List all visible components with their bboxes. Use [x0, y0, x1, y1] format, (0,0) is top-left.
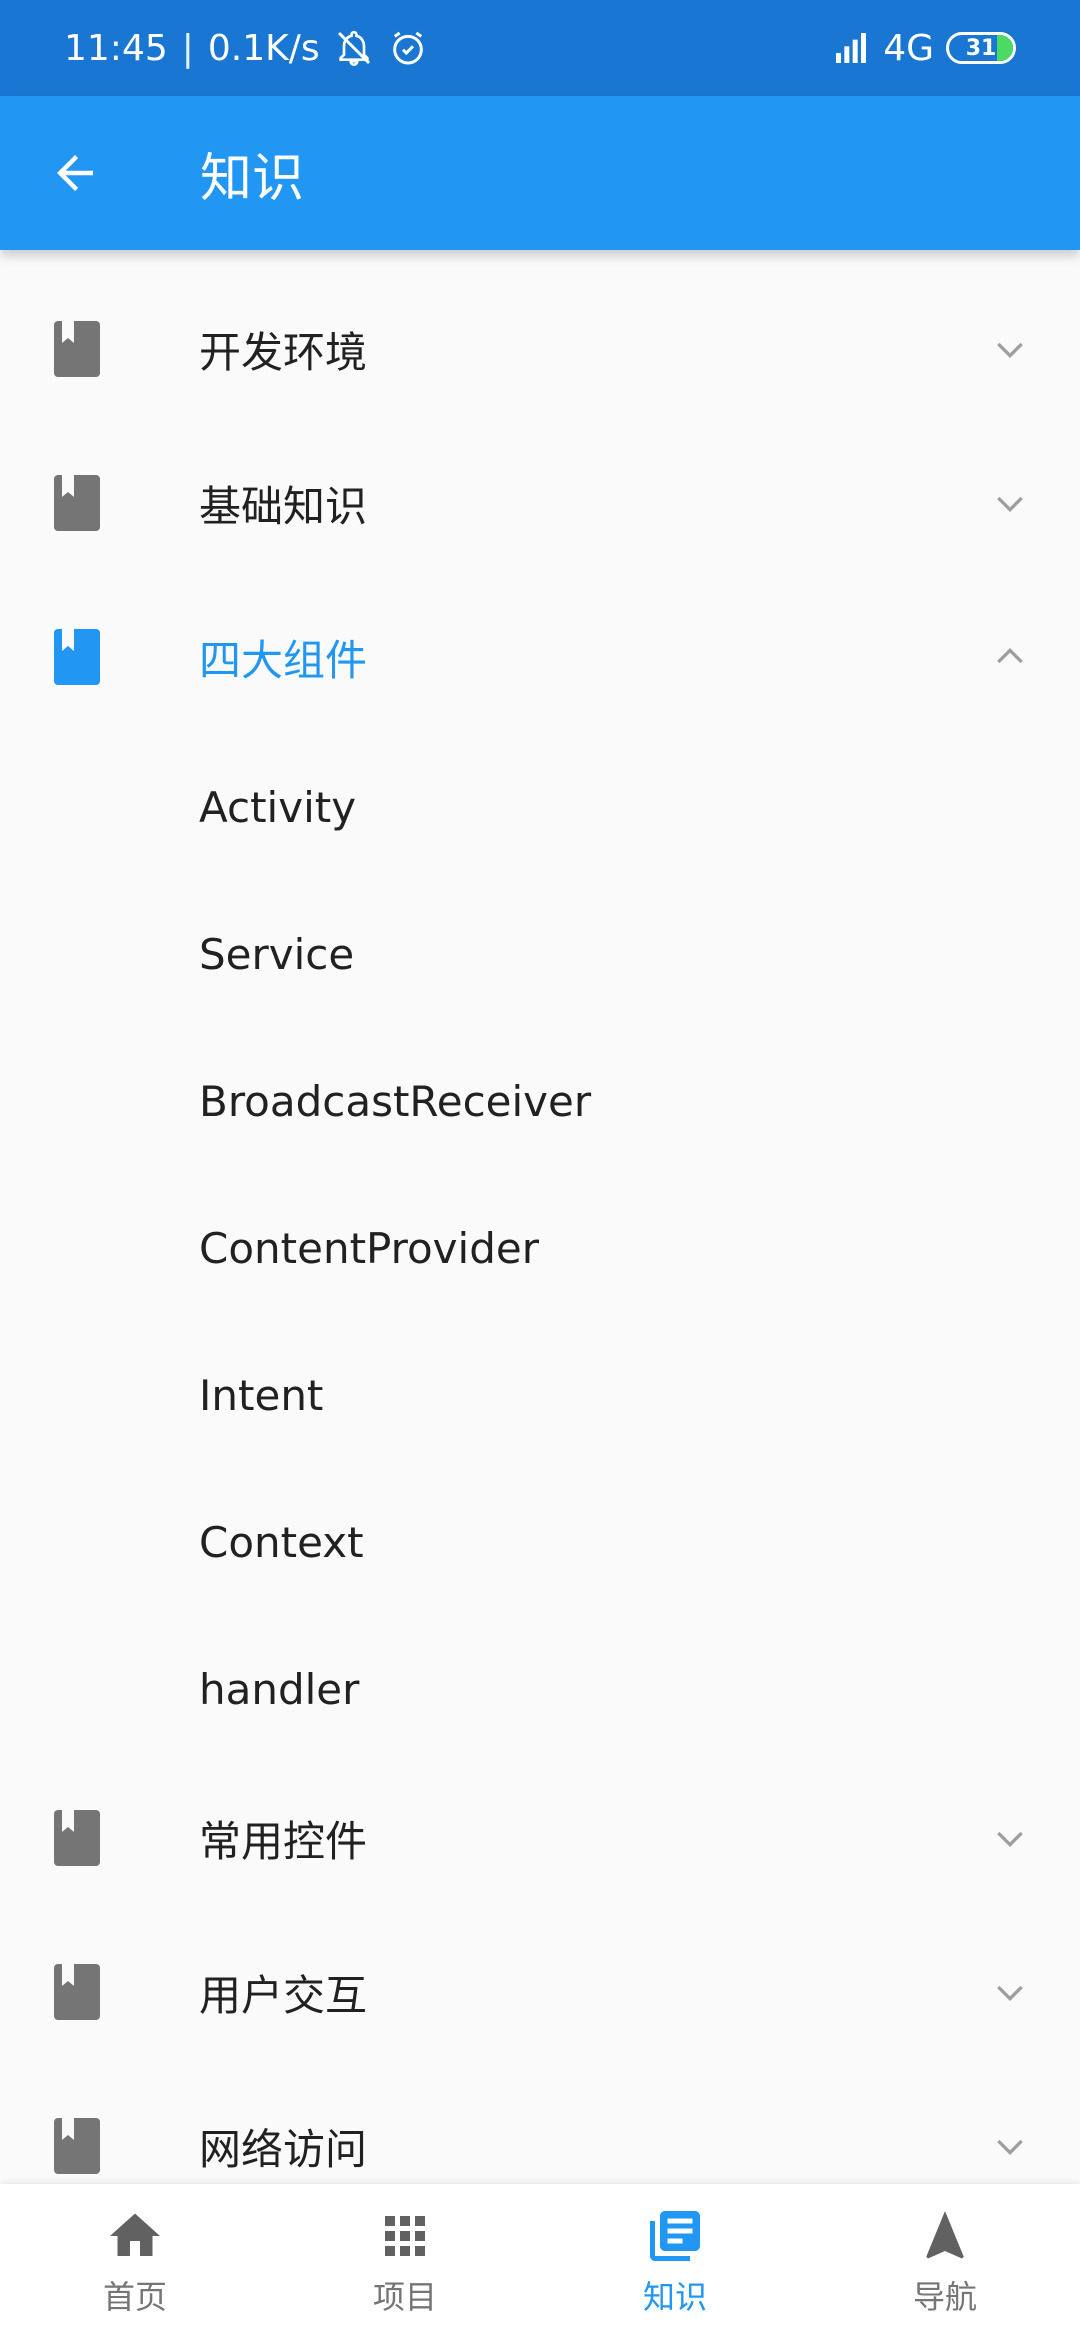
status-bar: 11:45 | 0.1K/s 4G 31 [0, 0, 1080, 96]
article-icon [650, 2211, 700, 2261]
nav-item-home[interactable]: 首页 [0, 2184, 270, 2340]
chevron-down-icon [997, 1985, 1023, 2002]
bookmark-book-icon [54, 2118, 100, 2174]
group-row-network-access[interactable]: 网络访问 [0, 2069, 1080, 2184]
child-row-context[interactable]: Context [0, 1469, 1080, 1616]
battery-level: 31 [965, 35, 997, 61]
bookmark-book-icon [54, 1964, 100, 2020]
bookmark-book-icon [54, 321, 100, 377]
knowledge-list: 开发环境 基础知识 四大组件 Activity Service Broadcas… [0, 272, 1080, 2184]
group-row-dev-env[interactable]: 开发环境 [0, 272, 1080, 426]
child-label: Service [199, 930, 355, 979]
signal-icon [836, 33, 867, 63]
group-label: 常用控件 [199, 1816, 368, 1866]
home-icon [110, 2213, 160, 2256]
child-label: Activity [199, 783, 357, 832]
app-bar: 知识 [0, 96, 1080, 250]
child-label: Intent [199, 1371, 324, 1420]
chevron-down-icon [997, 1831, 1023, 1848]
nav-label: 导航 [912, 2278, 977, 2316]
back-button[interactable] [0, 96, 150, 250]
network-type: 4G [883, 27, 934, 69]
chevron-down-icon [997, 342, 1023, 359]
child-row-handler[interactable]: handler [0, 1616, 1080, 1763]
status-time: 11:45 [64, 27, 168, 69]
battery-icon: 31 [946, 32, 1016, 64]
child-row-activity[interactable]: Activity [0, 734, 1080, 881]
navigation-icon [926, 2211, 964, 2259]
status-left: 11:45 | 0.1K/s [64, 28, 831, 69]
bookmark-book-icon [54, 1810, 100, 1866]
group-row-user-interaction[interactable]: 用户交互 [0, 1915, 1080, 2069]
group-label: 四大组件 [199, 635, 368, 685]
page-title: 知识 [200, 148, 305, 209]
nav-item-projects[interactable]: 项目 [270, 2184, 540, 2340]
chevron-up-icon [997, 647, 1023, 664]
child-row-service[interactable]: Service [0, 881, 1080, 1028]
chevron-down-icon [997, 2139, 1023, 2156]
grid-icon [385, 2216, 425, 2256]
child-label: BroadcastReceiver [199, 1077, 592, 1126]
status-right: 4G 31 [831, 28, 1016, 69]
nav-label: 首页 [102, 2278, 167, 2316]
nav-label: 项目 [372, 2278, 437, 2316]
bookmark-book-icon [54, 475, 100, 531]
child-row-intent[interactable]: Intent [0, 1322, 1080, 1469]
chevron-down-icon [997, 496, 1023, 513]
group-label: 开发环境 [199, 327, 368, 377]
child-label: handler [199, 1665, 360, 1714]
group-row-common-widgets[interactable]: 常用控件 [0, 1761, 1080, 1915]
bottom-nav: 首页 项目 知识 导航 [0, 2184, 1080, 2340]
child-label: Context [199, 1518, 364, 1567]
group-row-four-components[interactable]: 四大组件 [0, 580, 1080, 734]
group-row-basics[interactable]: 基础知识 [0, 426, 1080, 580]
child-row-broadcast-receiver[interactable]: BroadcastReceiver [0, 1028, 1080, 1175]
child-row-content-provider[interactable]: ContentProvider [0, 1175, 1080, 1322]
nav-item-navigation[interactable]: 导航 [810, 2184, 1080, 2340]
group-label: 基础知识 [199, 481, 368, 531]
group-label: 网络访问 [199, 2124, 368, 2174]
child-label: ContentProvider [199, 1224, 539, 1273]
status-separator: | [181, 27, 194, 69]
nav-item-knowledge[interactable]: 知识 [540, 2184, 810, 2340]
nav-label: 知识 [642, 2278, 707, 2316]
net-speed: 0.1K/s [207, 27, 320, 69]
bookmark-book-icon [54, 629, 100, 685]
bell-off-icon [337, 30, 370, 67]
group-label: 用户交互 [199, 1970, 368, 2020]
alarm-icon [392, 31, 423, 65]
arrow-back-icon [57, 155, 93, 191]
